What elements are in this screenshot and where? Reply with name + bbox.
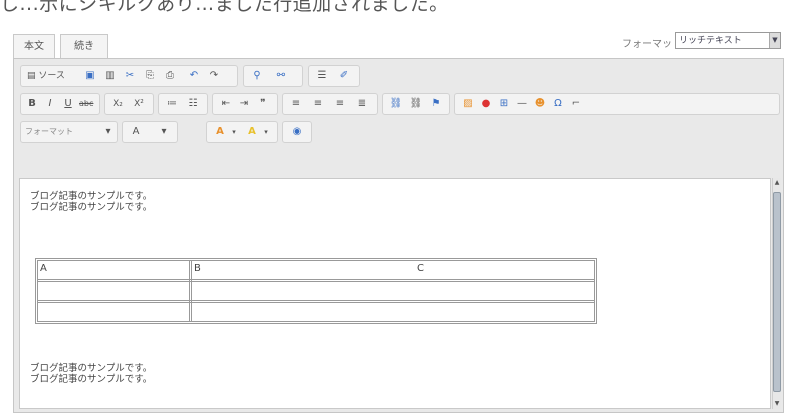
bullet-list-icon[interactable]: ☷ bbox=[186, 97, 200, 111]
scroll-up-icon[interactable]: ▲ bbox=[773, 178, 781, 188]
new-page-icon[interactable]: ▥ bbox=[103, 69, 117, 83]
toolbar-row-2: B I U abc X₂ X² ≔ ☷ ⇤ ⇥ ❞ ≡ ≡ ≡ ≣ ⛓ ⛓ ⚑ bbox=[20, 93, 780, 115]
table-row-divider bbox=[38, 279, 594, 282]
smiley-icon[interactable]: ☻ bbox=[533, 97, 547, 111]
toolbar-group-find: ⚲ ⚯ bbox=[243, 65, 303, 87]
copy-icon[interactable]: ⎘ bbox=[143, 69, 157, 83]
align-justify-icon[interactable]: ≣ bbox=[355, 97, 369, 111]
image-icon[interactable]: ▨ bbox=[461, 97, 475, 111]
toolbar-group-list: ≔ ☷ bbox=[158, 93, 208, 115]
blockquote-icon[interactable]: ❞ bbox=[256, 97, 270, 111]
paragraph: ブログ記事のサンプルです。 bbox=[30, 374, 153, 385]
toolbar-group-basic: B I U abc bbox=[20, 93, 100, 115]
toolbar-group-indent: ⇤ ⇥ ❞ bbox=[212, 93, 278, 115]
underline-icon[interactable]: U bbox=[61, 97, 75, 111]
paste-icon[interactable]: ⎙ bbox=[163, 69, 177, 83]
subscript-icon[interactable]: X₂ bbox=[111, 97, 125, 111]
table-cell[interactable]: A bbox=[40, 263, 47, 274]
table-col-divider bbox=[189, 261, 192, 321]
paragraph: ブログ記事のサンプルです。 bbox=[30, 363, 153, 374]
paragraph: ブログ記事のサンプルです。 bbox=[30, 202, 153, 213]
horizontal-rule-icon[interactable]: — bbox=[515, 97, 529, 111]
rich-text-editor: ▤ ソース ▣ ▥ ✂ ⎘ ⎙ ↶ ↷ ⚲ ⚯ ☰ ✐ B I U abc X₂… bbox=[13, 58, 784, 413]
about-icon[interactable]: ◉ bbox=[290, 125, 304, 139]
font-size-chevron-icon[interactable]: ▾ bbox=[157, 125, 171, 139]
editor-content[interactable]: ブログ記事のサンプルです。 ブログ記事のサンプルです。 A B C ブログ記事の… bbox=[19, 178, 771, 409]
format-dropdown-chevron-icon[interactable]: ▾ bbox=[101, 125, 115, 139]
tab-body[interactable]: 本文 bbox=[13, 34, 55, 59]
indent-icon[interactable]: ⇥ bbox=[237, 97, 251, 111]
text-color-icon[interactable]: A bbox=[213, 125, 227, 139]
outdent-icon[interactable]: ⇤ bbox=[219, 97, 233, 111]
font-size-icon[interactable]: A bbox=[129, 125, 143, 139]
toolbar-group-color: A ▾ A ▾ bbox=[206, 121, 278, 143]
vertical-scrollbar[interactable]: ▲ ▼ bbox=[772, 178, 781, 409]
find-icon[interactable]: ⚲ bbox=[250, 69, 264, 83]
italic-icon[interactable]: I bbox=[43, 97, 57, 111]
table-row-divider bbox=[38, 300, 594, 303]
save-icon[interactable]: ▣ bbox=[83, 69, 97, 83]
text-color-chevron-icon[interactable]: ▾ bbox=[227, 125, 241, 139]
flash-icon[interactable]: ● bbox=[479, 97, 493, 111]
table-cell[interactable]: C bbox=[417, 263, 424, 274]
bg-color-chevron-icon[interactable]: ▾ bbox=[259, 125, 273, 139]
align-left-icon[interactable]: ≡ bbox=[289, 97, 303, 111]
align-right-icon[interactable]: ≡ bbox=[333, 97, 347, 111]
remove-format-icon[interactable]: ✐ bbox=[337, 69, 351, 83]
replace-icon[interactable]: ⚯ bbox=[274, 69, 288, 83]
toolbar-group-script: X₂ X² bbox=[104, 93, 154, 115]
format-label: フォーマット bbox=[622, 39, 682, 50]
toolbar-group-insert: ▨ ● ⊞ — ☻ Ω ⌐ bbox=[454, 93, 780, 115]
strike-icon[interactable]: abc bbox=[79, 97, 93, 111]
anchor-icon[interactable]: ⚑ bbox=[429, 97, 443, 111]
bg-color-icon[interactable]: A bbox=[245, 125, 259, 139]
source-button[interactable]: ▤ ソース bbox=[25, 69, 79, 83]
content-table[interactable]: A B C bbox=[35, 258, 597, 324]
toolbar-group-link: ⛓ ⛓ ⚑ bbox=[382, 93, 450, 115]
scrollbar-thumb[interactable] bbox=[773, 192, 781, 392]
bold-icon[interactable]: B bbox=[25, 97, 39, 111]
page-break-icon[interactable]: ⌐ bbox=[569, 97, 583, 111]
toolbar-group-document: ▤ ソース ▣ ▥ ✂ ⎘ ⎙ ↶ ↷ bbox=[20, 65, 238, 87]
paragraph: ブログ記事のサンプルです。 bbox=[30, 191, 153, 202]
redo-icon[interactable]: ↷ bbox=[207, 69, 221, 83]
source-button-label: ソース bbox=[38, 71, 65, 81]
toolbar-group-select: ☰ ✐ bbox=[308, 65, 360, 87]
unlink-icon[interactable]: ⛓ bbox=[409, 97, 423, 111]
undo-icon[interactable]: ↶ bbox=[187, 69, 201, 83]
select-all-icon[interactable]: ☰ bbox=[315, 69, 329, 83]
link-icon[interactable]: ⛓ bbox=[389, 97, 403, 111]
toolbar-group-align: ≡ ≡ ≡ ≣ bbox=[282, 93, 378, 115]
toolbar-row-3: フォーマット ▾ A ▾ A ▾ A ▾ ◉ bbox=[20, 121, 780, 143]
format-select-value: リッチテキスト bbox=[679, 36, 742, 46]
caption-text: し...示にシキルクあり…ました行追加されました。 bbox=[0, 0, 449, 15]
superscript-icon[interactable]: X² bbox=[132, 97, 146, 111]
toolbar-group-size: A ▾ bbox=[122, 121, 178, 143]
scroll-down-icon[interactable]: ▼ bbox=[773, 399, 781, 409]
tab-more[interactable]: 続き bbox=[60, 34, 108, 59]
table-icon[interactable]: ⊞ bbox=[497, 97, 511, 111]
numbered-list-icon[interactable]: ≔ bbox=[165, 97, 179, 111]
table-cell[interactable]: B bbox=[194, 263, 201, 274]
toolbar-group-misc: ◉ bbox=[282, 121, 312, 143]
format-dropdown[interactable]: フォーマット bbox=[25, 125, 99, 139]
toolbar-row-1: ▤ ソース ▣ ▥ ✂ ⎘ ⎙ ↶ ↷ ⚲ ⚯ ☰ ✐ bbox=[20, 65, 780, 87]
special-char-icon[interactable]: Ω bbox=[551, 97, 565, 111]
cut-icon[interactable]: ✂ bbox=[123, 69, 137, 83]
chevron-down-icon[interactable]: ▼ bbox=[769, 33, 780, 48]
align-center-icon[interactable]: ≡ bbox=[311, 97, 325, 111]
toolbar-group-format: フォーマット ▾ bbox=[20, 121, 118, 143]
format-select[interactable]: リッチテキスト ▼ bbox=[675, 32, 781, 49]
